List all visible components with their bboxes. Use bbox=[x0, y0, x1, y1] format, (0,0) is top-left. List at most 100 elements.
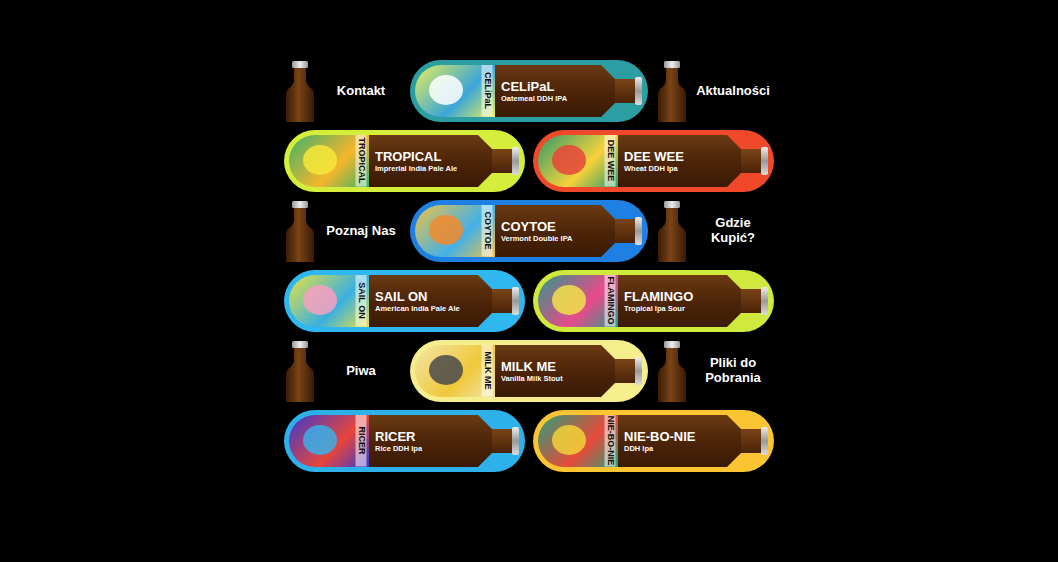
bottle-neck bbox=[741, 289, 761, 313]
beer-style: Wheat DDH Ipa bbox=[624, 164, 727, 173]
beer-pill[interactable]: TROPICALTROPICALImprerial India Pale Ale bbox=[284, 130, 525, 192]
beer-item[interactable]: COYTOECOYTOEVermont Double IPA bbox=[410, 200, 648, 262]
label-art-shape bbox=[303, 285, 337, 315]
bottle-icon bbox=[284, 200, 316, 262]
bottle-shoulder bbox=[727, 275, 741, 327]
beer-pill[interactable]: MILK MEMILK MEVanilla Milk Stout bbox=[410, 340, 648, 402]
bottle-neck bbox=[492, 149, 512, 173]
label-art: FLAMINGO bbox=[538, 275, 618, 327]
beer-pill[interactable]: COYTOECOYTOEVermont Double IPA bbox=[410, 200, 648, 262]
label-art: NIE-BO-NIE bbox=[538, 415, 618, 467]
label-name: DEE WEE bbox=[605, 135, 616, 187]
beer-item[interactable]: DEE WEEDEE WEEWheat DDH Ipa bbox=[533, 130, 774, 192]
bottle-neck bbox=[615, 79, 635, 103]
label-art-shape bbox=[429, 355, 463, 385]
bottle-cap-icon bbox=[761, 147, 768, 175]
bottle-body: FLAMINGOTropical Ipa Sour bbox=[618, 275, 727, 327]
label-art-shape bbox=[303, 145, 337, 175]
bottle-cap-icon bbox=[635, 77, 642, 105]
bottle-body: COYTOEVermont Double IPA bbox=[495, 205, 601, 257]
label-art: CELiPaL bbox=[415, 65, 495, 117]
beer-style: Vanilla Milk Stout bbox=[501, 374, 601, 383]
beer-item[interactable]: RICERRICERRice DDH Ipa bbox=[284, 410, 525, 472]
nav-item[interactable]: Piwa bbox=[284, 340, 402, 402]
nav-item[interactable]: Pliki do Pobrania bbox=[656, 340, 774, 402]
beer-item[interactable]: TROPICALTROPICALImprerial India Pale Ale bbox=[284, 130, 525, 192]
beer-item[interactable]: NIE-BO-NIENIE-BO-NIEDDH Ipa bbox=[533, 410, 774, 472]
label-art-shape bbox=[303, 425, 337, 455]
beer-item[interactable]: SAIL ONSAIL ONAmerican India Pale Ale bbox=[284, 270, 525, 332]
bottle-icon bbox=[656, 200, 688, 262]
label-art-shape bbox=[429, 215, 463, 245]
nav-item[interactable]: Kontakt bbox=[284, 60, 402, 122]
beer-style: Imprerial India Pale Ale bbox=[375, 164, 478, 173]
beer-item[interactable]: MILK MEMILK MEVanilla Milk Stout bbox=[410, 340, 648, 402]
beer-pill[interactable]: DEE WEEDEE WEEWheat DDH Ipa bbox=[533, 130, 774, 192]
bottle-icon bbox=[656, 60, 688, 122]
nav-label[interactable]: Gdzie Kupić? bbox=[694, 216, 774, 246]
bottle-shoulder bbox=[601, 345, 615, 397]
beer-style: Oatemeal DDH IPA bbox=[501, 94, 601, 103]
bottle-neck bbox=[615, 219, 635, 243]
bottle-icon bbox=[284, 340, 316, 402]
label-name: MILK ME bbox=[482, 345, 493, 397]
beer-name[interactable]: TROPICAL bbox=[375, 149, 478, 164]
label-art: RICER bbox=[289, 415, 369, 467]
label-name: NIE-BO-NIE bbox=[605, 415, 616, 467]
menu-row: SAIL ONSAIL ONAmerican India Pale Ale FLA… bbox=[284, 270, 774, 332]
beer-pill[interactable]: CELiPaLCELiPaLOatemeal DDH IPA bbox=[410, 60, 648, 122]
nav-label[interactable]: Piwa bbox=[322, 364, 402, 379]
beer-item[interactable]: CELiPaLCELiPaLOatemeal DDH IPA bbox=[410, 60, 648, 122]
beer-name[interactable]: SAIL ON bbox=[375, 289, 478, 304]
label-name: FLAMINGO bbox=[605, 275, 616, 327]
bottle-cap-icon bbox=[635, 357, 642, 385]
nav-item[interactable]: Gdzie Kupić? bbox=[656, 200, 774, 262]
label-name: SAIL ON bbox=[356, 275, 367, 327]
beer-name[interactable]: CELiPaL bbox=[501, 79, 601, 94]
bottle-body: SAIL ONAmerican India Pale Ale bbox=[369, 275, 478, 327]
bottle-body: RICERRice DDH Ipa bbox=[369, 415, 478, 467]
nav-label[interactable]: Aktualności bbox=[694, 84, 774, 99]
beer-pill[interactable]: RICERRICERRice DDH Ipa bbox=[284, 410, 525, 472]
menu-row: KontaktCELiPaLCELiPaLOatemeal DDH IPAAkt… bbox=[284, 60, 774, 122]
label-art-shape bbox=[552, 145, 586, 175]
beer-style: Tropical Ipa Sour bbox=[624, 304, 727, 313]
label-art-shape bbox=[552, 425, 586, 455]
label-art: SAIL ON bbox=[289, 275, 369, 327]
beer-name[interactable]: COYTOE bbox=[501, 219, 601, 234]
beer-pill[interactable]: SAIL ONSAIL ONAmerican India Pale Ale bbox=[284, 270, 525, 332]
label-art-shape bbox=[552, 285, 586, 315]
beer-pill[interactable]: FLAMINGOFLAMINGOTropical Ipa Sour bbox=[533, 270, 774, 332]
bottle-shoulder bbox=[601, 205, 615, 257]
label-art: DEE WEE bbox=[538, 135, 618, 187]
bottle-icon bbox=[656, 340, 688, 402]
bottle-cap-icon bbox=[761, 287, 768, 315]
bottle-shoulder bbox=[478, 135, 492, 187]
beer-name[interactable]: NIE-BO-NIE bbox=[624, 429, 727, 444]
nav-item[interactable]: Poznaj Nas bbox=[284, 200, 402, 262]
nav-label[interactable]: Pliki do Pobrania bbox=[694, 356, 774, 386]
beer-name[interactable]: MILK ME bbox=[501, 359, 601, 374]
menu-row: TROPICALTROPICALImprerial India Pale Ale… bbox=[284, 130, 774, 192]
beer-name[interactable]: FLAMINGO bbox=[624, 289, 727, 304]
beer-style: Vermont Double IPA bbox=[501, 234, 601, 243]
label-art: COYTOE bbox=[415, 205, 495, 257]
beer-pill[interactable]: NIE-BO-NIENIE-BO-NIEDDH Ipa bbox=[533, 410, 774, 472]
nav-item[interactable]: Aktualności bbox=[656, 60, 774, 122]
beer-name[interactable]: DEE WEE bbox=[624, 149, 727, 164]
beer-style: DDH Ipa bbox=[624, 444, 727, 453]
menu-row: PiwaMILK MEMILK MEVanilla Milk StoutPlik… bbox=[284, 340, 774, 402]
label-art: TROPICAL bbox=[289, 135, 369, 187]
beer-name[interactable]: RICER bbox=[375, 429, 478, 444]
label-name: RICER bbox=[356, 415, 367, 467]
menu-row: Poznaj NasCOYTOECOYTOEVermont Double IPA… bbox=[284, 200, 774, 262]
label-name: COYTOE bbox=[482, 205, 493, 257]
bottle-cap-icon bbox=[761, 427, 768, 455]
bottle-neck bbox=[492, 429, 512, 453]
nav-label[interactable]: Poznaj Nas bbox=[322, 224, 402, 239]
beer-item[interactable]: FLAMINGOFLAMINGOTropical Ipa Sour bbox=[533, 270, 774, 332]
bottle-cap-icon bbox=[512, 427, 519, 455]
bottle-cap-icon bbox=[512, 147, 519, 175]
nav-label[interactable]: Kontakt bbox=[322, 84, 402, 99]
label-name: TROPICAL bbox=[356, 135, 367, 187]
